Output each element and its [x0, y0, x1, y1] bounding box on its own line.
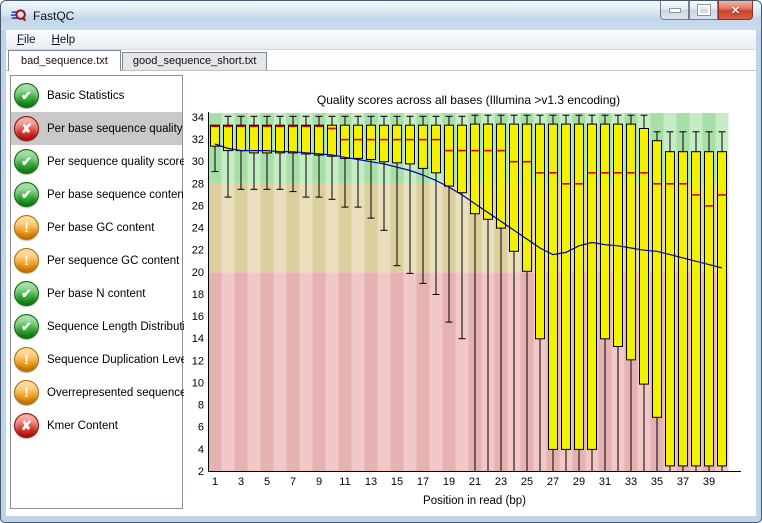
- svg-text:33: 33: [625, 476, 637, 488]
- svg-text:31: 31: [599, 476, 611, 488]
- svg-text:35: 35: [651, 476, 663, 488]
- fastqc-logo-icon: [10, 7, 27, 24]
- svg-text:11: 11: [339, 476, 350, 488]
- pass-icon: ✔: [14, 149, 39, 174]
- svg-text:2: 2: [198, 466, 204, 478]
- sidebar-item-label: Per base N content: [47, 287, 146, 300]
- sidebar-item-label: Overrepresented sequences: [47, 386, 193, 399]
- window-title: FastQC: [33, 8, 75, 23]
- x-axis-labels: 1 3 5 7 9 11 13 15 17 19 21 23 25 27 29 31 33 35 37 39: [212, 476, 715, 488]
- module-list: ✔ Basic Statistics ✘ Per base sequence qual…: [10, 75, 198, 509]
- warn-icon: !: [14, 347, 39, 372]
- svg-text:30: 30: [192, 156, 204, 168]
- svg-text:14: 14: [192, 333, 204, 345]
- pass-icon: ✔: [14, 281, 39, 306]
- fail-icon: ✘: [14, 116, 39, 141]
- svg-text:12: 12: [192, 355, 204, 367]
- menu-help[interactable]: Help: [45, 32, 83, 48]
- sidebar-item-sequence-length-distribution[interactable]: ✔ Sequence Length Distribution: [11, 310, 198, 343]
- svg-text:28: 28: [192, 178, 204, 190]
- svg-text:18: 18: [192, 289, 204, 301]
- svg-text:5: 5: [264, 476, 270, 488]
- menu-file[interactable]: File: [10, 32, 43, 48]
- sidebar-item-kmer-content[interactable]: ✘ Kmer Content: [11, 409, 182, 442]
- sidebar-item-per-base-n-content[interactable]: ✔ Per base N content: [11, 277, 182, 310]
- svg-text:9: 9: [316, 476, 322, 488]
- sidebar-item-label: Per sequence quality scores: [47, 155, 192, 168]
- close-icon: ✕: [730, 4, 741, 17]
- pass-icon: ✔: [14, 182, 39, 207]
- svg-text:4: 4: [198, 444, 204, 456]
- svg-text:6: 6: [198, 422, 204, 434]
- minimize-button[interactable]: [660, 1, 689, 20]
- maximize-icon: [697, 5, 710, 15]
- quality-boxplot-chart: 2468101214161820222426283032341 3 5 7 9 11 13 1…: [192, 93, 741, 507]
- svg-text:1: 1: [212, 476, 218, 488]
- svg-text:8: 8: [198, 400, 204, 412]
- svg-text:25: 25: [521, 476, 533, 488]
- client-area: bad_sequence.txt good_sequence_short.txt …: [6, 50, 756, 516]
- tab-bad-sequence-txt[interactable]: bad_sequence.txt: [8, 50, 121, 71]
- svg-text:7: 7: [290, 476, 296, 488]
- main-area: ✔ Basic Statistics ✘ Per base sequence qual…: [6, 71, 756, 516]
- svg-text:17: 17: [417, 476, 429, 488]
- svg-text:22: 22: [192, 245, 204, 257]
- sidebar-item-label: Sequence Length Distribution: [47, 320, 198, 333]
- svg-text:29: 29: [573, 476, 585, 488]
- svg-text:37: 37: [677, 476, 689, 488]
- sidebar-item-sequence-duplication-levels[interactable]: ! Sequence Duplication Levels: [11, 343, 195, 376]
- sidebar-item-per-base-sequence-quality[interactable]: ✘ Per base sequence quality: [11, 112, 183, 145]
- sidebar-item-label: Basic Statistics: [47, 89, 125, 102]
- chart-bands: [208, 113, 729, 472]
- sidebar-item-per-base-gc-content[interactable]: ! Per base GC content: [11, 211, 182, 244]
- pass-icon: ✔: [14, 314, 39, 339]
- sidebar-item-label: Per base GC content: [47, 221, 155, 234]
- x-axis-title: Position in read (bp): [423, 495, 526, 507]
- svg-text:15: 15: [391, 476, 403, 488]
- sidebar-item-label: Per sequence GC content: [47, 254, 180, 267]
- chart-panel: 2 4 6 8 10 12 14 16 18 20 22 24 26 28 30 32 34 1 3 5 7 9 11 13 1…: [184, 71, 756, 516]
- sidebar-item-per-sequence-quality-scores[interactable]: ✔ Per sequence quality scores: [11, 145, 191, 178]
- svg-text:34: 34: [192, 112, 204, 124]
- chart-title: Quality scores across all bases (Illumin…: [317, 93, 620, 107]
- svg-text:21: 21: [469, 476, 481, 488]
- svg-text:24: 24: [192, 223, 204, 235]
- svg-text:3: 3: [238, 476, 244, 488]
- sidebar-item-overrepresented-sequences[interactable]: ! Overrepresented sequences: [11, 376, 192, 409]
- svg-text:10: 10: [192, 378, 204, 390]
- tab-bar: bad_sequence.txt good_sequence_short.txt: [6, 50, 756, 71]
- warn-icon: !: [14, 248, 39, 273]
- warn-icon: !: [14, 380, 39, 405]
- tab-good-sequence-short-txt[interactable]: good_sequence_short.txt: [121, 52, 268, 70]
- sidebar-item-per-sequence-gc-content[interactable]: ! Per sequence GC content: [11, 244, 182, 277]
- minimize-icon: [669, 8, 680, 12]
- svg-text:23: 23: [495, 476, 507, 488]
- svg-text:13: 13: [365, 476, 377, 488]
- svg-text:26: 26: [192, 200, 204, 212]
- svg-text:39: 39: [703, 476, 715, 488]
- pass-icon: ✔: [14, 83, 39, 108]
- sidebar-item-basic-statistics[interactable]: ✔ Basic Statistics: [11, 79, 182, 112]
- menu-bar: File Help: [6, 30, 756, 50]
- warn-icon: !: [14, 215, 39, 240]
- sidebar-item-per-base-sequence-content[interactable]: ✔ Per base sequence content: [11, 178, 187, 211]
- svg-text:20: 20: [192, 267, 204, 279]
- sidebar-item-label: Per base sequence content: [47, 188, 188, 201]
- title-bar[interactable]: FastQC ✕: [1, 1, 761, 30]
- sidebar-item-label: Kmer Content: [47, 419, 118, 432]
- window-controls: ✕: [660, 1, 753, 20]
- svg-text:27: 27: [547, 476, 559, 488]
- sidebar-item-label: Sequence Duplication Levels: [47, 353, 196, 366]
- maximize-button[interactable]: [689, 1, 718, 20]
- app-window: FastQC ✕ File Help bad_sequence.txt good_s…: [0, 0, 762, 523]
- svg-text:32: 32: [192, 134, 204, 146]
- sidebar-item-label: Per base sequence quality: [47, 122, 183, 135]
- svg-text:19: 19: [443, 476, 455, 488]
- y-axis-labels: 246810121416182022242628303234: [192, 112, 204, 478]
- svg-text:16: 16: [192, 311, 204, 323]
- fail-icon: ✘: [14, 413, 39, 438]
- close-button[interactable]: ✕: [718, 1, 753, 20]
